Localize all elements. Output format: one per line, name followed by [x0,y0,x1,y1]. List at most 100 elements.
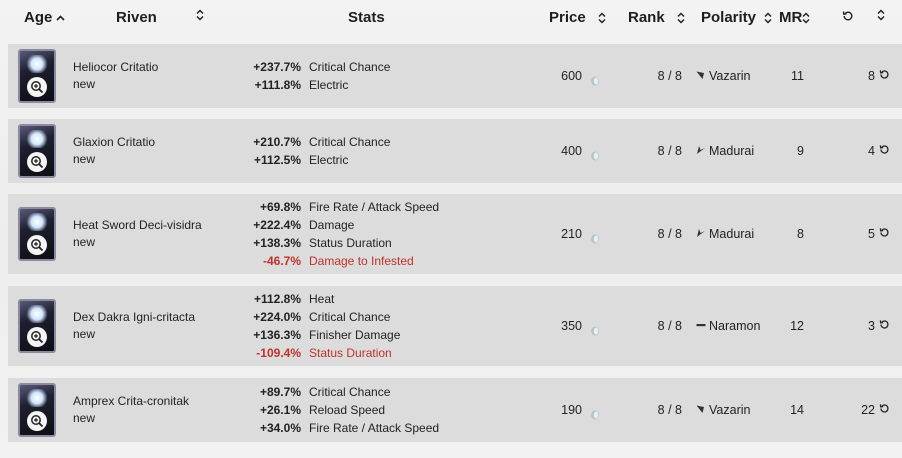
riven-row[interactable]: Heat Sword Deci-visidra new +69.8% Fire Rat… [8,194,902,274]
price-value: 350 [561,319,582,333]
riven-thumbnail[interactable] [18,299,56,353]
sort-toggle-icon [598,11,606,24]
stat-label: Status Duration [309,236,392,250]
rerolls-sort-toggle[interactable] [877,9,885,21]
riven-column-header[interactable]: Riven [116,9,157,26]
stat-label: Finisher Damage [309,328,401,342]
stats-column-header: Stats [348,9,385,26]
riven-name[interactable]: Heat Sword Deci-visidra [73,217,202,234]
stat-value: +138.3% [253,236,301,250]
madurai-icon [696,227,706,241]
stat-label: Fire Rate / Attack Speed [309,200,440,214]
rank-value: 8 / 8 [657,403,682,417]
riven-row[interactable]: Heliocor Critatio new +237.7% Critical Chan… [8,44,902,108]
rank-column-header[interactable]: Rank [628,9,685,26]
riven-glow [26,130,48,148]
stat-label: Damage [309,218,355,232]
riven-name-block[interactable]: Heat Sword Deci-visidra new [73,217,202,251]
riven-row[interactable]: Glaxion Critatio new +210.7% Critical Chanc… [8,119,902,183]
vazarin-icon [696,403,706,417]
stat-line: +26.1% Reload Speed [251,401,471,419]
polarity: Madurai [696,144,754,158]
riven-stats: +89.7% Critical Chance +26.1% Reload Speed +… [251,383,471,437]
price-value: 190 [561,403,582,417]
rerolls: 5 [868,227,890,241]
age-column-header[interactable]: Age [24,9,65,26]
polarity: Madurai [696,227,754,241]
reroll-icon [879,144,890,158]
reroll-icon [842,9,854,26]
price-column-header[interactable]: Price [549,9,606,26]
riven-stats: +112.8% Heat +224.0% Critical Chance +136.3%… [251,290,471,362]
price-value: 210 [561,227,582,241]
stat-label: Damage to Infested [309,254,414,268]
riven-thumbnail[interactable] [18,49,56,103]
zoom-icon[interactable] [27,77,47,97]
riven-name-block[interactable]: Heliocor Critatio new [73,59,158,93]
stat-line: +138.3% Status Duration [251,234,471,252]
stat-label: Critical Chance [309,60,391,74]
riven-status: new [73,411,96,425]
stat-value: -109.4% [256,346,301,360]
stat-value: +26.1% [259,403,301,417]
riven-thumbnail[interactable] [18,124,56,178]
zoom-icon[interactable] [27,152,47,172]
zoom-icon[interactable] [27,235,47,255]
riven-status: new [73,77,96,91]
riven-glow [26,55,48,73]
riven-row[interactable]: Amprex Crita-cronitak new +89.7% Critical C… [8,378,902,442]
sort-toggle-icon [196,9,204,21]
riven-stats: +210.7% Critical Chance +112.5% Electric [251,133,471,169]
rerolls-column-header[interactable] [842,9,854,26]
rank-value: 8 / 8 [657,227,682,241]
polarity-column-header[interactable]: Polarity [701,9,772,26]
stat-label: Reload Speed [309,403,386,417]
riven-name[interactable]: Dex Dakra Igni-critacta [73,309,195,326]
rerolls: 3 [868,319,890,333]
riven-name-block[interactable]: Glaxion Critatio new [73,134,155,168]
riven-name[interactable]: Heliocor Critatio [73,59,158,76]
riven-thumbnail[interactable] [18,207,56,261]
riven-thumbnail[interactable] [18,383,56,437]
sort-ascending-icon [56,14,65,21]
mr-column-header[interactable]: MR [779,9,810,26]
polarity: Vazarin [696,69,750,83]
naramon-icon [696,319,706,333]
riven-status: new [73,327,96,341]
stat-value: +210.7% [253,135,301,149]
stat-line: -109.4% Status Duration [251,344,471,362]
rerolls: 22 [861,403,890,417]
stat-line: -46.7% Damage to Infested [251,252,471,270]
stat-label: Status Duration [309,346,392,360]
stat-label: Electric [309,78,349,92]
stat-value: +237.7% [253,60,301,74]
reroll-count: 5 [868,227,875,241]
riven-name[interactable]: Glaxion Critatio [73,134,155,151]
zoom-icon[interactable] [27,327,47,347]
sort-toggle-icon [877,9,885,21]
stat-value: +222.4% [253,218,301,232]
rerolls: 8 [868,69,890,83]
mr-value: 12 [790,319,804,333]
stat-line: +210.7% Critical Chance [251,133,471,151]
mr-value: 14 [790,403,804,417]
riven-name-block[interactable]: Dex Dakra Igni-critacta new [73,309,195,343]
sort-toggle-icon [802,11,810,24]
mr-value: 8 [797,227,804,241]
platinum-icon [590,73,600,86]
reroll-count: 22 [861,403,875,417]
zoom-icon[interactable] [27,411,47,431]
stat-label: Critical Chance [309,310,391,324]
polarity: Naramon [696,319,760,333]
riven-name[interactable]: Amprex Crita-cronitak [73,393,189,410]
riven-name-block[interactable]: Amprex Crita-cronitak new [73,393,189,427]
mr-value: 9 [797,144,804,158]
riven-row[interactable]: Dex Dakra Igni-critacta new +112.8% Heat +22… [8,286,902,366]
polarity-name: Madurai [709,144,755,158]
stat-line: +111.8% Electric [251,76,471,94]
madurai-icon [696,144,706,158]
table-header: Age Riven Stats Price Rank Polarity MR [0,0,902,36]
polarity-name: Vazarin [709,69,751,83]
price-value: 400 [561,144,582,158]
riven-sort-toggle[interactable] [196,9,204,21]
